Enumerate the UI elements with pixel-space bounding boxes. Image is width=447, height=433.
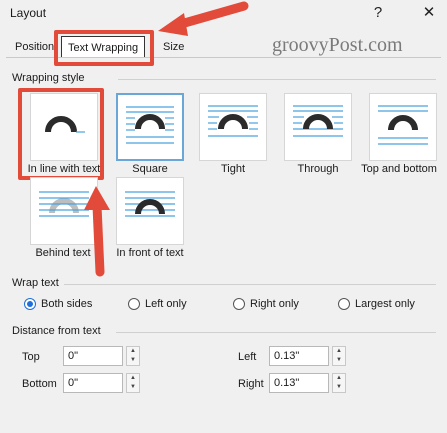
annotation-box-tab: [54, 30, 154, 66]
wrap-tight-icon: [208, 105, 258, 137]
arrow-down-icon[interactable]: ▼: [333, 383, 345, 392]
annotation-arrow-top: [158, 1, 249, 36]
distance-label: Distance from text: [12, 325, 101, 337]
top-input[interactable]: 0": [63, 346, 123, 366]
left-spinner[interactable]: ▲ ▼: [332, 346, 346, 366]
wrap-square-label: Square: [132, 163, 168, 175]
wrapping-style-label: Wrapping style: [12, 72, 85, 84]
wrap-top-bottom-label: Top and bottom: [361, 163, 437, 175]
right-label: Right: [238, 378, 264, 390]
wrap-through-label: Through: [297, 163, 339, 175]
wrap-through-icon: [293, 105, 343, 137]
annotation-box-inline: [18, 88, 104, 180]
close-button[interactable]: ✕: [416, 2, 442, 24]
right-spinner[interactable]: ▲ ▼: [332, 373, 346, 393]
wrap-square-icon: [126, 106, 174, 144]
arrow-down-icon[interactable]: ▼: [333, 356, 345, 365]
left-label: Left: [238, 351, 257, 363]
wrap-text-divider: [64, 284, 436, 285]
dialog-title: Layout: [10, 6, 47, 20]
top-label: Top: [22, 351, 40, 363]
wrap-tight-label: Tight: [220, 163, 246, 175]
radio-left-only[interactable]: Left only: [128, 298, 187, 310]
radio-button[interactable]: [128, 298, 140, 310]
help-button[interactable]: ?: [365, 2, 391, 24]
question-icon: ?: [373, 4, 383, 21]
radio-right-only[interactable]: Right only: [233, 298, 299, 310]
arrow-up-icon[interactable]: ▲: [333, 347, 345, 356]
wrap-tight-option[interactable]: [199, 93, 267, 161]
wrapping-style-divider: [118, 79, 436, 80]
bottom-spinner[interactable]: ▲ ▼: [126, 373, 140, 393]
bottom-input[interactable]: 0": [63, 373, 123, 393]
wrap-front-option[interactable]: [116, 177, 184, 245]
top-spinner[interactable]: ▲ ▼: [126, 346, 140, 366]
wrap-top-bottom-icon: [378, 105, 428, 145]
radio-both-sides[interactable]: Both sides: [24, 298, 92, 310]
radio-button[interactable]: [233, 298, 245, 310]
arrow-down-icon[interactable]: ▼: [127, 383, 139, 392]
wrap-square-option[interactable]: [116, 93, 184, 161]
wrap-front-icon: [125, 191, 175, 217]
wrap-top-bottom-option[interactable]: [369, 93, 437, 161]
bottom-label: Bottom: [22, 378, 57, 390]
annotation-arrow-bottom: [84, 186, 110, 277]
watermark-text: groovyPost.com: [272, 34, 403, 56]
radio-button[interactable]: [338, 298, 350, 310]
distance-divider: [116, 332, 436, 333]
radio-both-sides-label: Both sides: [41, 298, 93, 310]
close-icon: ✕: [422, 4, 436, 21]
radio-right-only-label: Right only: [250, 298, 299, 310]
radio-largest-only-label: Largest only: [355, 298, 415, 310]
arrow-up-icon[interactable]: ▲: [333, 374, 345, 383]
radio-button-selected[interactable]: [24, 298, 36, 310]
wrap-text-label: Wrap text: [12, 277, 59, 289]
wrap-through-option[interactable]: [284, 93, 352, 161]
arrow-down-icon[interactable]: ▼: [127, 356, 139, 365]
arrow-up-icon[interactable]: ▲: [127, 374, 139, 383]
left-input[interactable]: 0.13": [269, 346, 329, 366]
tab-position[interactable]: Position: [9, 36, 60, 58]
radio-left-only-label: Left only: [145, 298, 187, 310]
radio-largest-only[interactable]: Largest only: [338, 298, 415, 310]
right-input[interactable]: 0.13": [269, 373, 329, 393]
arrow-up-icon[interactable]: ▲: [127, 347, 139, 356]
